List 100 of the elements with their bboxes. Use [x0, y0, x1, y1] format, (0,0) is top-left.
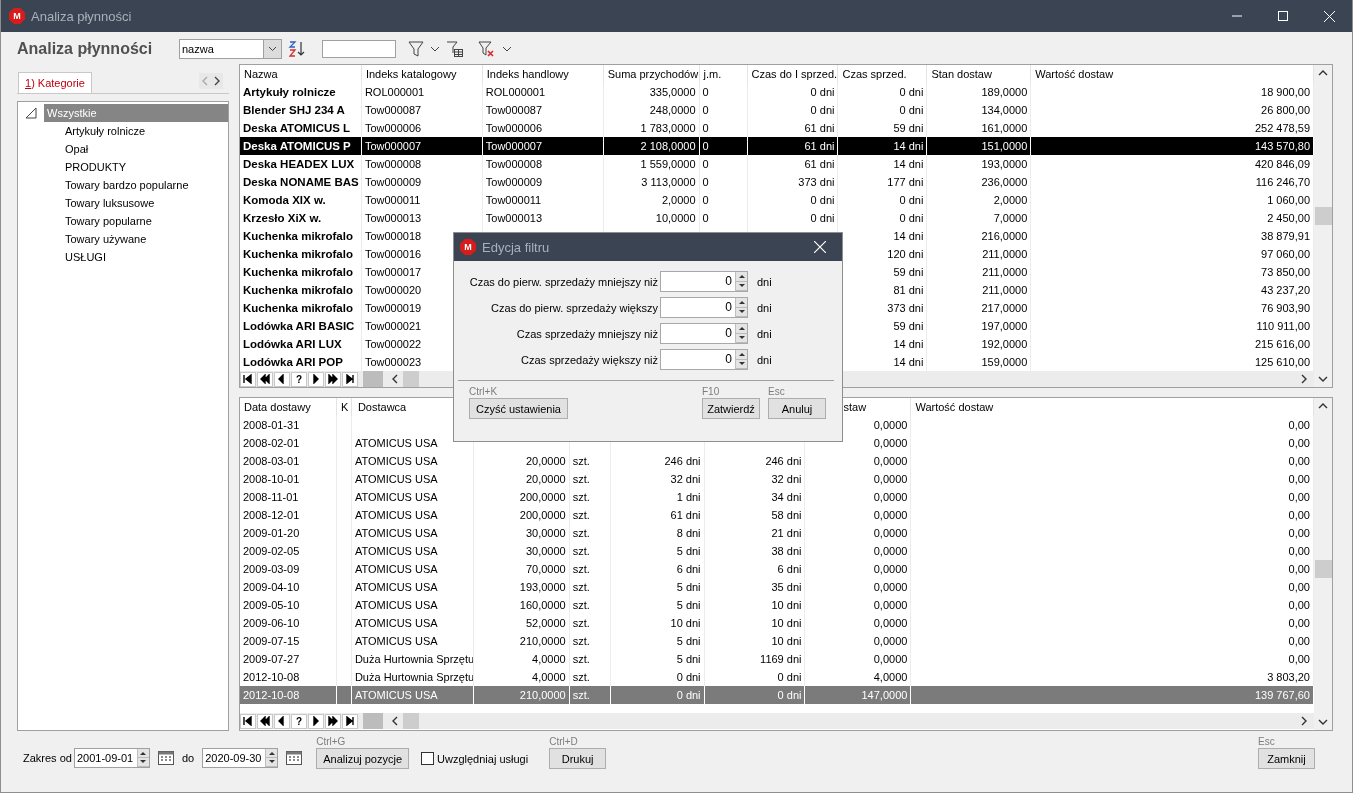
close-icon[interactable]: [1323, 10, 1335, 22]
tree-item[interactable]: Towary luksusowe: [62, 194, 158, 212]
scroll-up-icon[interactable]: [1318, 69, 1328, 77]
table-cell: ATOMICUS USA: [351, 613, 474, 632]
scrollbar-thumb[interactable]: [1314, 559, 1332, 578]
print-button[interactable]: Drukuj: [549, 748, 607, 769]
analyze-button[interactable]: Analizuj pozycje: [316, 748, 410, 769]
last-record-icon[interactable]: [342, 713, 358, 729]
category-tab[interactable]: 1) Kategorie: [18, 72, 92, 93]
spinner[interactable]: [735, 272, 747, 291]
maximize-icon[interactable]: [1278, 11, 1288, 21]
scroll-right-icon[interactable]: [1300, 716, 1308, 726]
last-record-icon[interactable]: [342, 371, 358, 387]
date-field[interactable]: 2001-09-01: [73, 748, 150, 768]
number-field[interactable]: 0: [660, 297, 748, 318]
scroll-down-icon[interactable]: [1318, 374, 1328, 383]
table-cell: 211,0000: [927, 245, 1032, 263]
window-title: Analiza płynności: [31, 8, 133, 24]
filter-icon[interactable]: [408, 40, 424, 58]
tree-item[interactable]: USŁUGI: [62, 248, 109, 266]
scroll-up-icon[interactable]: [1318, 401, 1328, 410]
filter-table-icon[interactable]: [446, 40, 464, 58]
tree-item[interactable]: Opał: [62, 140, 92, 158]
table-cell: 0,0000: [805, 613, 912, 632]
confirm-button[interactable]: Zatwierdź: [702, 398, 760, 419]
scroll-left-icon[interactable]: [391, 374, 399, 384]
help-button[interactable]: ?: [291, 371, 307, 387]
tree-item[interactable]: Wszystkie: [44, 104, 228, 122]
table-cell: 0,00: [911, 469, 1314, 488]
table-cell: 10 dni: [704, 595, 806, 614]
sort-field-dropdown[interactable]: nazwa: [179, 39, 282, 59]
first-record-icon[interactable]: [240, 371, 256, 387]
spinner[interactable]: [735, 298, 747, 317]
date-field[interactable]: 2020-09-30: [202, 748, 279, 768]
tree-item[interactable]: Towary popularne: [62, 212, 155, 230]
column-header[interactable]: Czas sprzed.: [838, 65, 928, 83]
table-cell: 217,0000: [927, 299, 1032, 317]
tree-item[interactable]: Towary używane: [62, 230, 150, 248]
column-header[interactable]: Nazwa: [240, 65, 362, 83]
checkbox[interactable]: [421, 752, 435, 765]
collapse-icon[interactable]: [24, 106, 38, 120]
spinner[interactable]: [735, 350, 747, 369]
column-header[interactable]: Suma przychodów: [603, 65, 700, 83]
next-page-icon[interactable]: [325, 713, 341, 729]
search-field[interactable]: [322, 40, 396, 58]
scrollbar-thumb[interactable]: [403, 371, 419, 387]
scrollbar-thumb[interactable]: [363, 371, 383, 387]
column-header[interactable]: Indeks katalogowy: [361, 65, 483, 83]
table-cell: Lodówka ARI BASIC: [240, 317, 362, 335]
calendar-icon[interactable]: [286, 750, 303, 765]
help-button[interactable]: ?: [291, 713, 307, 729]
spinner[interactable]: [136, 749, 149, 767]
next-record-icon[interactable]: [308, 371, 324, 387]
table-cell: 10 dni: [704, 631, 806, 650]
table-cell: 32 dni: [704, 469, 806, 488]
number-field[interactable]: 0: [660, 323, 748, 344]
table-cell: ATOMICUS USA: [351, 559, 474, 578]
clear-filter-icon[interactable]: [478, 40, 496, 58]
spinner[interactable]: [265, 749, 278, 767]
next-page-icon[interactable]: [325, 371, 341, 387]
scrollbar-thumb[interactable]: [1314, 207, 1332, 225]
column-header[interactable]: Data dostawy: [240, 397, 337, 416]
caret-icon[interactable]: [430, 46, 440, 52]
column-header[interactable]: K: [336, 397, 352, 416]
previous-page-icon[interactable]: [257, 371, 273, 387]
close-button[interactable]: Zamknij: [1258, 748, 1315, 769]
table-cell: 21 dni: [704, 523, 806, 542]
cancel-button[interactable]: Anuluj: [768, 398, 826, 419]
close-icon[interactable]: [814, 241, 826, 253]
table-cell: szt.: [569, 505, 611, 524]
column-header[interactable]: Stan dostaw: [927, 65, 1032, 83]
scroll-right-icon[interactable]: [1300, 374, 1308, 384]
table-cell: 20,0000: [473, 451, 570, 470]
column-header[interactable]: j.m.: [699, 65, 748, 83]
number-field[interactable]: 0: [660, 271, 748, 292]
clear-settings-button[interactable]: Czyść ustawienia: [469, 398, 568, 419]
tree-item[interactable]: Towary bardzo popularne: [62, 176, 192, 194]
number-field[interactable]: 0: [660, 349, 748, 370]
checkbox-label[interactable]: Uwzględniaj usługi: [437, 752, 529, 765]
table-cell: 10,0000: [603, 209, 700, 227]
table-cell: 10 dni: [704, 613, 806, 632]
dropdown-icon[interactable]: [268, 46, 277, 52]
previous-record-icon[interactable]: [274, 713, 290, 729]
previous-record-icon[interactable]: [274, 371, 290, 387]
scroll-left-icon[interactable]: [391, 716, 399, 726]
previous-page-icon[interactable]: [257, 713, 273, 729]
caret-icon[interactable]: [502, 46, 512, 52]
spinner[interactable]: [735, 324, 747, 343]
first-record-icon[interactable]: [240, 713, 256, 729]
column-header[interactable]: Czas do I sprzed.: [747, 65, 839, 83]
next-record-icon[interactable]: [308, 713, 324, 729]
tree-item[interactable]: PRODUKTY: [62, 158, 130, 176]
column-header[interactable]: Indeks handlowy: [482, 65, 604, 83]
sort-icon[interactable]: [288, 40, 306, 58]
calendar-icon[interactable]: [157, 750, 174, 765]
scroll-down-icon[interactable]: [1318, 718, 1328, 726]
scrollbar-thumb[interactable]: [363, 713, 383, 729]
scrollbar-thumb[interactable]: [403, 713, 419, 729]
tree-item[interactable]: Artykuły rolnicze: [62, 122, 149, 140]
field-label: Czas do pierw. sprzedaży większy: [490, 301, 658, 314]
